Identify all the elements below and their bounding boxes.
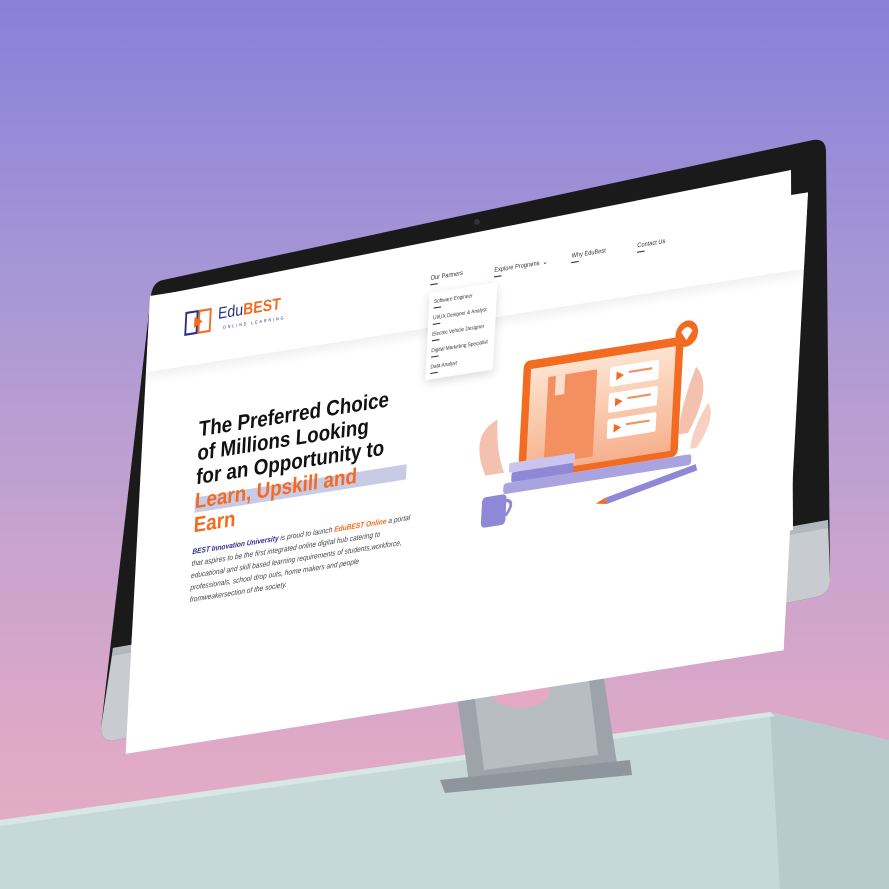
laptop-learning-illustration [479, 320, 711, 528]
hero-section: The Preferred Choice of Millions Looking… [189, 381, 434, 607]
book-play-logo-icon[interactable] [183, 306, 213, 339]
chevron-down-icon[interactable]: ⌄ [542, 258, 548, 266]
brand-name-part1: Edu [217, 300, 244, 324]
nav-explore-programs-label: Explore Programs [494, 260, 540, 275]
nav-why-edubest[interactable]: Why EduBest [571, 248, 606, 263]
nav-contact-us[interactable]: Contact Us [637, 239, 665, 253]
nav-explore-programs[interactable]: Explore Programs ⌄ [494, 257, 548, 277]
nav-our-partners[interactable]: Our Partners [430, 270, 463, 285]
explore-programs-dropdown: Software Engineer UI/UX Designer & Analy… [425, 282, 498, 381]
